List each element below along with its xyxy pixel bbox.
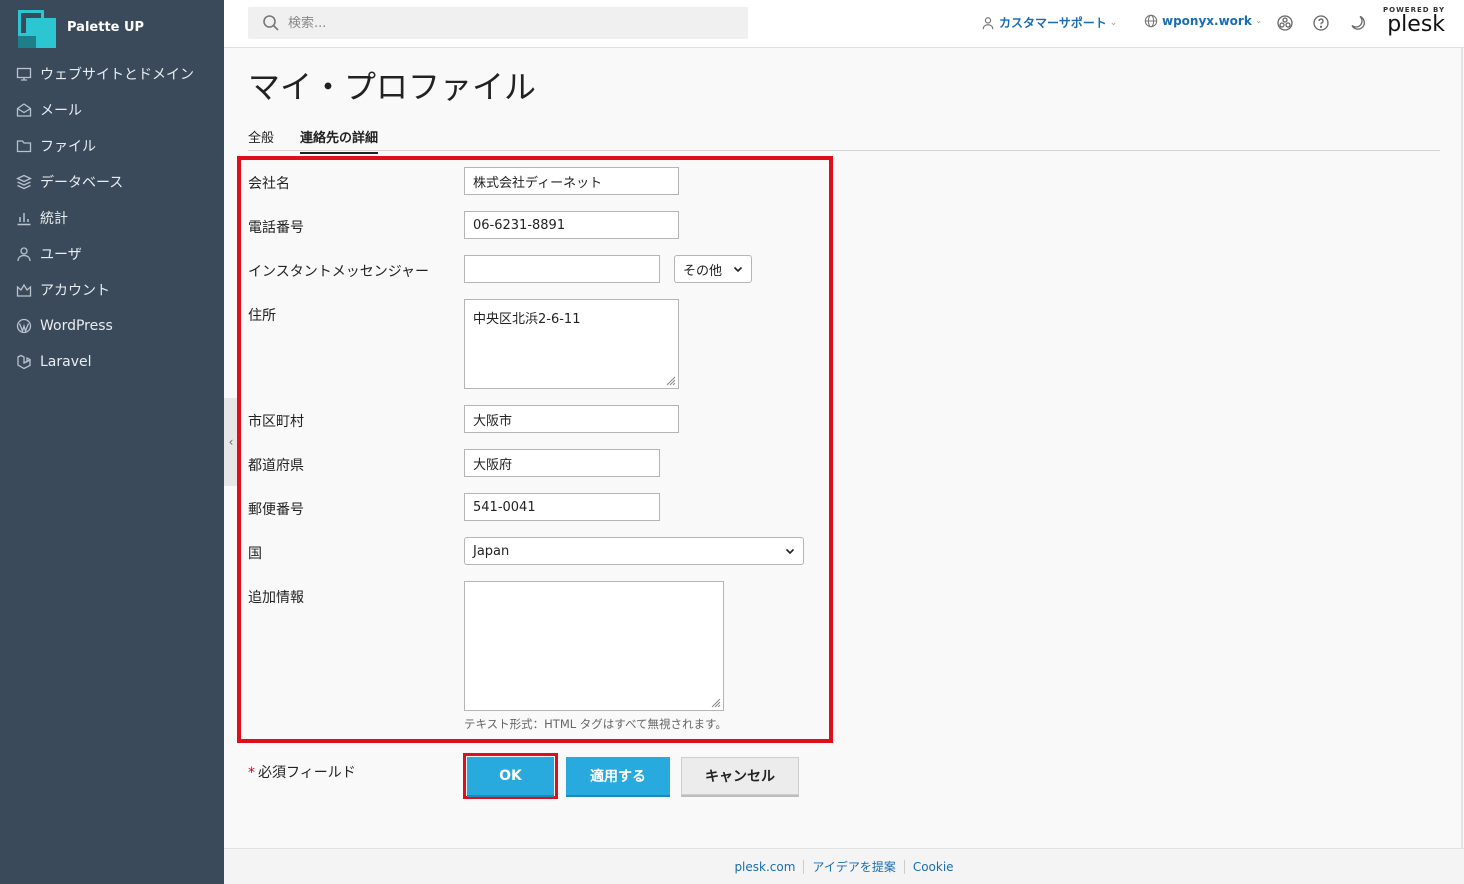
im-field[interactable]	[464, 255, 660, 283]
address-textarea[interactable]: 中央区北浜2-6-11	[464, 299, 679, 389]
laravel-icon	[16, 354, 32, 370]
tab-general[interactable]: 全般	[248, 127, 274, 152]
sidebar-nav: ウェブサイトとドメイン メール ファイル データベース 統計 ユーザ アカウント	[0, 56, 224, 380]
apply-button[interactable]: 適用する	[566, 757, 670, 795]
resize-handle-icon[interactable]	[711, 698, 721, 708]
country-select[interactable]: Japan	[464, 537, 804, 565]
extra-info-textarea[interactable]	[464, 581, 724, 711]
help-icon[interactable]	[1312, 14, 1330, 32]
top-header: カスタマーサポート ⌄ wponyx.work ⌄ POWERED BY ple…	[224, 0, 1464, 48]
user-icon	[16, 246, 32, 262]
footer-link-cookie[interactable]: Cookie	[905, 860, 962, 874]
sidebar-item-account[interactable]: アカウント	[0, 272, 224, 308]
cancel-button[interactable]: キャンセル	[681, 757, 799, 795]
scrollbar[interactable]	[1461, 48, 1463, 848]
resize-handle-icon[interactable]	[666, 376, 676, 386]
page-title: マイ・プロファイル	[248, 68, 537, 106]
address-label: 住所	[248, 308, 276, 324]
phone-field[interactable]: 06-6231-8891	[464, 211, 679, 239]
required-note: * 必須フィールド	[248, 762, 356, 782]
required-note-text: 必須フィールド	[258, 765, 356, 781]
country-label: 国	[248, 546, 262, 562]
sidebar-item-statistics[interactable]: 統計	[0, 200, 224, 236]
tab-bar: 全般 連絡先の詳細	[248, 120, 1440, 154]
wordpress-icon	[16, 318, 32, 334]
city-label: 市区町村	[248, 414, 304, 430]
sidebar-item-websites[interactable]: ウェブサイトとドメイン	[0, 56, 224, 92]
brand-name: Palette UP	[67, 19, 145, 35]
plesk-logo[interactable]: POWERED BY plesk	[1383, 6, 1445, 36]
folder-icon	[16, 138, 32, 154]
sidebar-item-label: アカウント	[40, 283, 110, 299]
footer-link-plesk[interactable]: plesk.com	[726, 860, 803, 874]
city-field[interactable]: 大阪市	[464, 405, 679, 433]
database-icon	[16, 174, 32, 190]
chevron-left-icon: ‹	[228, 435, 234, 449]
sidebar-item-users[interactable]: ユーザ	[0, 236, 224, 272]
sidebar-item-files[interactable]: ファイル	[0, 128, 224, 164]
brand-logo-icon	[16, 6, 58, 48]
sidebar-item-laravel[interactable]: Laravel	[0, 344, 224, 380]
mail-icon	[16, 102, 32, 118]
globe-icon	[1144, 14, 1158, 28]
chevron-down-icon: ⌄	[1254, 16, 1263, 26]
sidebar-item-label: ユーザ	[40, 247, 82, 263]
tab-contact-details[interactable]: 連絡先の詳細	[300, 127, 379, 154]
customer-support-menu[interactable]: カスタマーサポート ⌄	[981, 14, 1117, 31]
sidebar-collapse-button[interactable]: ‹	[224, 398, 238, 486]
search-input[interactable]	[288, 15, 708, 31]
search-bar[interactable]	[248, 7, 748, 39]
user-icon	[982, 16, 994, 29]
sidebar-item-label: ファイル	[40, 139, 96, 155]
bar-chart-icon	[16, 210, 32, 226]
company-field[interactable]: 株式会社ディーネット	[464, 167, 679, 195]
sidebar-item-label: メール	[40, 103, 82, 119]
ok-button[interactable]: OK	[467, 757, 554, 795]
phone-label: 電話番号	[248, 220, 304, 236]
country-value: Japan	[473, 543, 510, 559]
company-label: 会社名	[248, 176, 290, 192]
sidebar-item-label: ウェブサイトとドメイン	[40, 67, 194, 83]
chevron-down-icon: ⌄	[1109, 17, 1118, 28]
sidebar-item-mail[interactable]: メール	[0, 92, 224, 128]
sidebar-item-databases[interactable]: データベース	[0, 164, 224, 200]
footer: plesk.com アイデアを提案 Cookie	[224, 848, 1464, 884]
im-type-select[interactable]: その他	[674, 255, 752, 283]
plesk-wordmark: plesk	[1387, 12, 1446, 37]
state-field[interactable]: 大阪府	[464, 449, 660, 477]
state-label: 都道府県	[248, 458, 304, 474]
search-icon	[263, 15, 279, 31]
chevron-down-icon	[733, 266, 743, 273]
brand[interactable]: Palette UP	[16, 6, 144, 48]
required-star: *	[248, 765, 255, 781]
customer-support-label: カスタマーサポート	[999, 16, 1107, 30]
address-value: 中央区北浜2-6-11	[473, 312, 581, 327]
footer-link-idea[interactable]: アイデアを提案	[804, 858, 903, 875]
sidebar-item-label: WordPress	[40, 318, 113, 334]
domain-label: wponyx.work	[1162, 14, 1252, 28]
sidebar-item-label: 統計	[40, 211, 68, 227]
zip-label: 郵便番号	[248, 502, 304, 518]
dark-mode-icon[interactable]	[1348, 14, 1366, 32]
sidebar: Palette UP ウェブサイトとドメイン メール ファイル データベース 統…	[0, 0, 224, 884]
sidebar-item-wordpress[interactable]: WordPress	[0, 308, 224, 344]
zip-field[interactable]: 541-0041	[464, 493, 660, 521]
monitor-icon	[16, 66, 32, 82]
im-type-value: その他	[683, 263, 723, 279]
im-label: インスタントメッセンジャー	[248, 264, 430, 280]
sidebar-item-label: Laravel	[40, 354, 92, 370]
extra-info-label: 追加情報	[248, 590, 304, 606]
extensions-icon[interactable]	[1276, 14, 1294, 32]
sidebar-item-label: データベース	[40, 175, 124, 191]
crown-icon	[16, 282, 32, 298]
chevron-down-icon	[785, 548, 795, 555]
domain-menu[interactable]: wponyx.work ⌄	[1144, 14, 1262, 28]
extra-info-hint: テキスト形式：HTML タグはすべて無視されます。	[464, 717, 727, 731]
